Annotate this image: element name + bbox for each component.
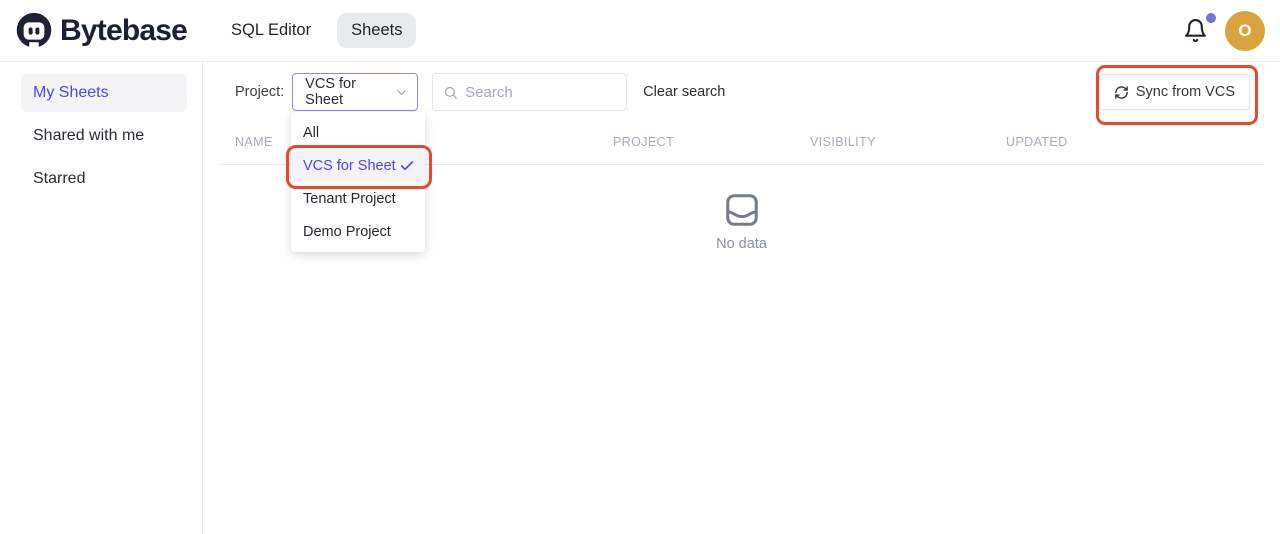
sync-refresh-icon — [1114, 85, 1129, 100]
clear-search-button[interactable]: Clear search — [643, 84, 725, 100]
sidebar-item-shared-with-me[interactable]: Shared with me — [21, 117, 187, 155]
search-input[interactable] — [465, 84, 616, 101]
notifications-button[interactable] — [1183, 18, 1209, 44]
avatar-letter: O — [1238, 21, 1251, 41]
project-select-value: VCS for Sheet — [305, 76, 394, 108]
page-body: My Sheets Shared with me Starred Project… — [0, 62, 1280, 534]
top-nav: SQL Editor Sheets — [217, 13, 416, 48]
search-icon — [443, 85, 458, 100]
sync-from-vcs-button[interactable]: Sync from VCS — [1099, 74, 1250, 110]
bytebase-logo-icon — [15, 11, 53, 51]
column-header-updated: UPDATED — [1006, 135, 1264, 149]
topbar: Bytebase SQL Editor Sheets O — [0, 0, 1280, 62]
dropdown-option-tenant-project[interactable]: Tenant Project — [291, 182, 425, 215]
sidebar-item-starred[interactable]: Starred — [21, 160, 187, 198]
option-label: All — [303, 125, 319, 141]
dropdown-option-vcs-for-sheet[interactable]: VCS for Sheet — [291, 149, 425, 182]
project-filter-label: Project: — [235, 84, 284, 100]
project-select[interactable]: VCS for Sheet — [292, 73, 418, 111]
nav-item-sheets[interactable]: Sheets — [337, 13, 416, 48]
chevron-down-icon — [394, 85, 409, 100]
brand-logo[interactable]: Bytebase — [15, 11, 187, 51]
bell-icon — [1183, 18, 1209, 43]
sidebar: My Sheets Shared with me Starred — [0, 62, 203, 534]
user-avatar[interactable]: O — [1225, 11, 1265, 51]
column-header-visibility: VISIBILITY — [810, 135, 1006, 149]
option-label: Tenant Project — [303, 191, 396, 207]
empty-inbox-icon — [723, 191, 761, 229]
topbar-right: O — [1183, 11, 1265, 51]
option-label: VCS for Sheet — [303, 158, 396, 174]
search-box — [432, 73, 627, 111]
unread-notification-dot — [1206, 13, 1216, 23]
sync-button-label: Sync from VCS — [1136, 84, 1235, 100]
column-header-project: PROJECT — [613, 135, 810, 149]
sheets-toolbar: Project: VCS for Sheet Clea — [219, 73, 1264, 111]
project-dropdown-menu: All VCS for Sheet Tenant Project Demo Pr… — [291, 112, 425, 252]
check-icon — [399, 158, 415, 174]
dropdown-option-all[interactable]: All — [291, 116, 425, 149]
empty-state-text: No data — [716, 236, 767, 252]
sidebar-item-my-sheets[interactable]: My Sheets — [21, 74, 187, 112]
nav-item-sql-editor[interactable]: SQL Editor — [217, 13, 325, 48]
dropdown-option-demo-project[interactable]: Demo Project — [291, 215, 425, 248]
brand-wordmark: Bytebase — [60, 14, 187, 48]
option-label: Demo Project — [303, 224, 391, 240]
